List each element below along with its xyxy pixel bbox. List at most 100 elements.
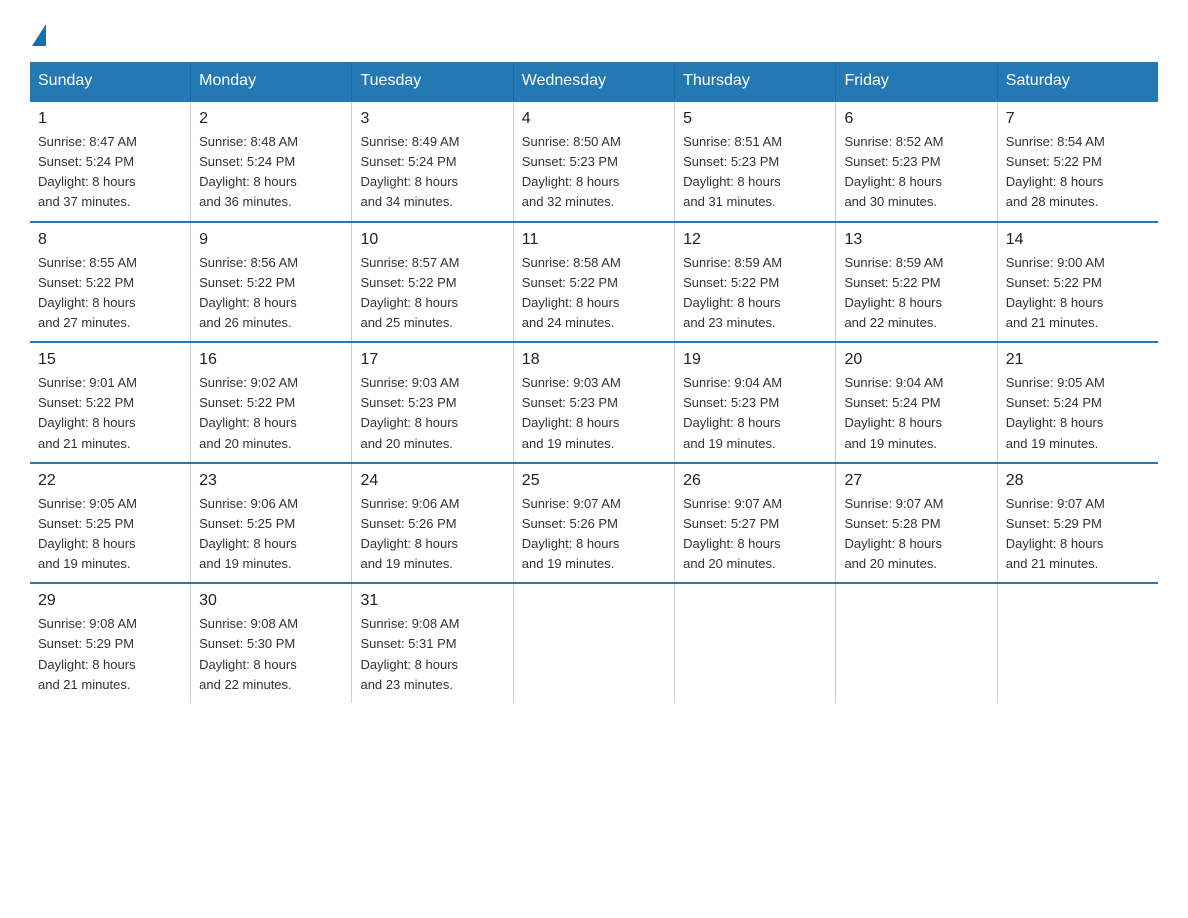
calendar-cell: 25 Sunrise: 9:07 AMSunset: 5:26 PMDaylig… [513, 463, 674, 584]
day-info: Sunrise: 9:04 AMSunset: 5:23 PMDaylight:… [683, 373, 827, 454]
day-info: Sunrise: 8:59 AMSunset: 5:22 PMDaylight:… [844, 253, 988, 334]
day-number: 5 [683, 110, 827, 128]
day-info: Sunrise: 9:02 AMSunset: 5:22 PMDaylight:… [199, 373, 343, 454]
calendar-cell: 1 Sunrise: 8:47 AMSunset: 5:24 PMDayligh… [30, 101, 191, 222]
logo-triangle-icon [32, 24, 46, 46]
header-day-tuesday: Tuesday [352, 62, 513, 101]
calendar-cell: 28 Sunrise: 9:07 AMSunset: 5:29 PMDaylig… [997, 463, 1158, 584]
day-info: Sunrise: 8:58 AMSunset: 5:22 PMDaylight:… [522, 253, 666, 334]
header-day-thursday: Thursday [675, 62, 836, 101]
day-number: 28 [1006, 472, 1150, 490]
calendar-cell: 20 Sunrise: 9:04 AMSunset: 5:24 PMDaylig… [836, 342, 997, 463]
calendar-cell: 19 Sunrise: 9:04 AMSunset: 5:23 PMDaylig… [675, 342, 836, 463]
day-number: 17 [360, 351, 504, 369]
day-number: 16 [199, 351, 343, 369]
day-info: Sunrise: 8:55 AMSunset: 5:22 PMDaylight:… [38, 253, 182, 334]
calendar-cell: 2 Sunrise: 8:48 AMSunset: 5:24 PMDayligh… [191, 101, 352, 222]
calendar-cell: 24 Sunrise: 9:06 AMSunset: 5:26 PMDaylig… [352, 463, 513, 584]
day-number: 2 [199, 110, 343, 128]
day-info: Sunrise: 8:51 AMSunset: 5:23 PMDaylight:… [683, 132, 827, 213]
calendar-cell: 8 Sunrise: 8:55 AMSunset: 5:22 PMDayligh… [30, 222, 191, 343]
calendar-cell: 17 Sunrise: 9:03 AMSunset: 5:23 PMDaylig… [352, 342, 513, 463]
day-number: 15 [38, 351, 182, 369]
day-info: Sunrise: 9:06 AMSunset: 5:26 PMDaylight:… [360, 494, 504, 575]
week-row-4: 22 Sunrise: 9:05 AMSunset: 5:25 PMDaylig… [30, 463, 1158, 584]
calendar-cell: 22 Sunrise: 9:05 AMSunset: 5:25 PMDaylig… [30, 463, 191, 584]
day-info: Sunrise: 9:07 AMSunset: 5:27 PMDaylight:… [683, 494, 827, 575]
calendar-cell: 3 Sunrise: 8:49 AMSunset: 5:24 PMDayligh… [352, 101, 513, 222]
day-info: Sunrise: 9:08 AMSunset: 5:29 PMDaylight:… [38, 614, 182, 695]
day-number: 1 [38, 110, 182, 128]
day-info: Sunrise: 9:05 AMSunset: 5:24 PMDaylight:… [1006, 373, 1150, 454]
calendar-body: 1 Sunrise: 8:47 AMSunset: 5:24 PMDayligh… [30, 101, 1158, 703]
week-row-5: 29 Sunrise: 9:08 AMSunset: 5:29 PMDaylig… [30, 583, 1158, 703]
calendar-cell: 14 Sunrise: 9:00 AMSunset: 5:22 PMDaylig… [997, 222, 1158, 343]
day-info: Sunrise: 8:59 AMSunset: 5:22 PMDaylight:… [683, 253, 827, 334]
day-info: Sunrise: 9:06 AMSunset: 5:25 PMDaylight:… [199, 494, 343, 575]
day-info: Sunrise: 9:03 AMSunset: 5:23 PMDaylight:… [522, 373, 666, 454]
day-info: Sunrise: 9:08 AMSunset: 5:31 PMDaylight:… [360, 614, 504, 695]
calendar-cell: 12 Sunrise: 8:59 AMSunset: 5:22 PMDaylig… [675, 222, 836, 343]
week-row-2: 8 Sunrise: 8:55 AMSunset: 5:22 PMDayligh… [30, 222, 1158, 343]
header-day-wednesday: Wednesday [513, 62, 674, 101]
day-info: Sunrise: 9:08 AMSunset: 5:30 PMDaylight:… [199, 614, 343, 695]
day-info: Sunrise: 8:52 AMSunset: 5:23 PMDaylight:… [844, 132, 988, 213]
calendar-cell: 27 Sunrise: 9:07 AMSunset: 5:28 PMDaylig… [836, 463, 997, 584]
day-info: Sunrise: 8:48 AMSunset: 5:24 PMDaylight:… [199, 132, 343, 213]
page-header [30, 20, 1158, 42]
day-number: 10 [360, 231, 504, 249]
day-number: 3 [360, 110, 504, 128]
day-info: Sunrise: 9:00 AMSunset: 5:22 PMDaylight:… [1006, 253, 1150, 334]
calendar-cell: 31 Sunrise: 9:08 AMSunset: 5:31 PMDaylig… [352, 583, 513, 703]
day-number: 20 [844, 351, 988, 369]
calendar-header: SundayMondayTuesdayWednesdayThursdayFrid… [30, 62, 1158, 101]
day-info: Sunrise: 8:47 AMSunset: 5:24 PMDaylight:… [38, 132, 182, 213]
day-number: 4 [522, 110, 666, 128]
day-info: Sunrise: 9:04 AMSunset: 5:24 PMDaylight:… [844, 373, 988, 454]
day-info: Sunrise: 8:49 AMSunset: 5:24 PMDaylight:… [360, 132, 504, 213]
calendar-cell: 15 Sunrise: 9:01 AMSunset: 5:22 PMDaylig… [30, 342, 191, 463]
day-number: 24 [360, 472, 504, 490]
day-number: 14 [1006, 231, 1150, 249]
calendar-cell: 16 Sunrise: 9:02 AMSunset: 5:22 PMDaylig… [191, 342, 352, 463]
day-number: 26 [683, 472, 827, 490]
day-number: 22 [38, 472, 182, 490]
calendar-cell: 4 Sunrise: 8:50 AMSunset: 5:23 PMDayligh… [513, 101, 674, 222]
day-number: 18 [522, 351, 666, 369]
day-number: 13 [844, 231, 988, 249]
day-number: 27 [844, 472, 988, 490]
day-number: 9 [199, 231, 343, 249]
week-row-3: 15 Sunrise: 9:01 AMSunset: 5:22 PMDaylig… [30, 342, 1158, 463]
day-number: 29 [38, 592, 182, 610]
day-number: 19 [683, 351, 827, 369]
day-info: Sunrise: 9:07 AMSunset: 5:26 PMDaylight:… [522, 494, 666, 575]
header-row: SundayMondayTuesdayWednesdayThursdayFrid… [30, 62, 1158, 101]
day-number: 8 [38, 231, 182, 249]
logo [30, 20, 46, 42]
day-info: Sunrise: 9:07 AMSunset: 5:28 PMDaylight:… [844, 494, 988, 575]
day-info: Sunrise: 8:54 AMSunset: 5:22 PMDaylight:… [1006, 132, 1150, 213]
day-number: 6 [844, 110, 988, 128]
calendar-cell: 21 Sunrise: 9:05 AMSunset: 5:24 PMDaylig… [997, 342, 1158, 463]
header-day-sunday: Sunday [30, 62, 191, 101]
header-day-saturday: Saturday [997, 62, 1158, 101]
calendar-cell: 13 Sunrise: 8:59 AMSunset: 5:22 PMDaylig… [836, 222, 997, 343]
calendar-cell: 18 Sunrise: 9:03 AMSunset: 5:23 PMDaylig… [513, 342, 674, 463]
day-number: 12 [683, 231, 827, 249]
day-number: 31 [360, 592, 504, 610]
day-info: Sunrise: 8:57 AMSunset: 5:22 PMDaylight:… [360, 253, 504, 334]
day-number: 30 [199, 592, 343, 610]
calendar-cell: 26 Sunrise: 9:07 AMSunset: 5:27 PMDaylig… [675, 463, 836, 584]
day-info: Sunrise: 8:56 AMSunset: 5:22 PMDaylight:… [199, 253, 343, 334]
calendar-cell: 9 Sunrise: 8:56 AMSunset: 5:22 PMDayligh… [191, 222, 352, 343]
calendar-cell [836, 583, 997, 703]
day-info: Sunrise: 8:50 AMSunset: 5:23 PMDaylight:… [522, 132, 666, 213]
day-number: 7 [1006, 110, 1150, 128]
header-day-friday: Friday [836, 62, 997, 101]
calendar-cell: 6 Sunrise: 8:52 AMSunset: 5:23 PMDayligh… [836, 101, 997, 222]
calendar-table: SundayMondayTuesdayWednesdayThursdayFrid… [30, 62, 1158, 703]
day-number: 25 [522, 472, 666, 490]
calendar-cell: 7 Sunrise: 8:54 AMSunset: 5:22 PMDayligh… [997, 101, 1158, 222]
calendar-cell [675, 583, 836, 703]
day-number: 21 [1006, 351, 1150, 369]
